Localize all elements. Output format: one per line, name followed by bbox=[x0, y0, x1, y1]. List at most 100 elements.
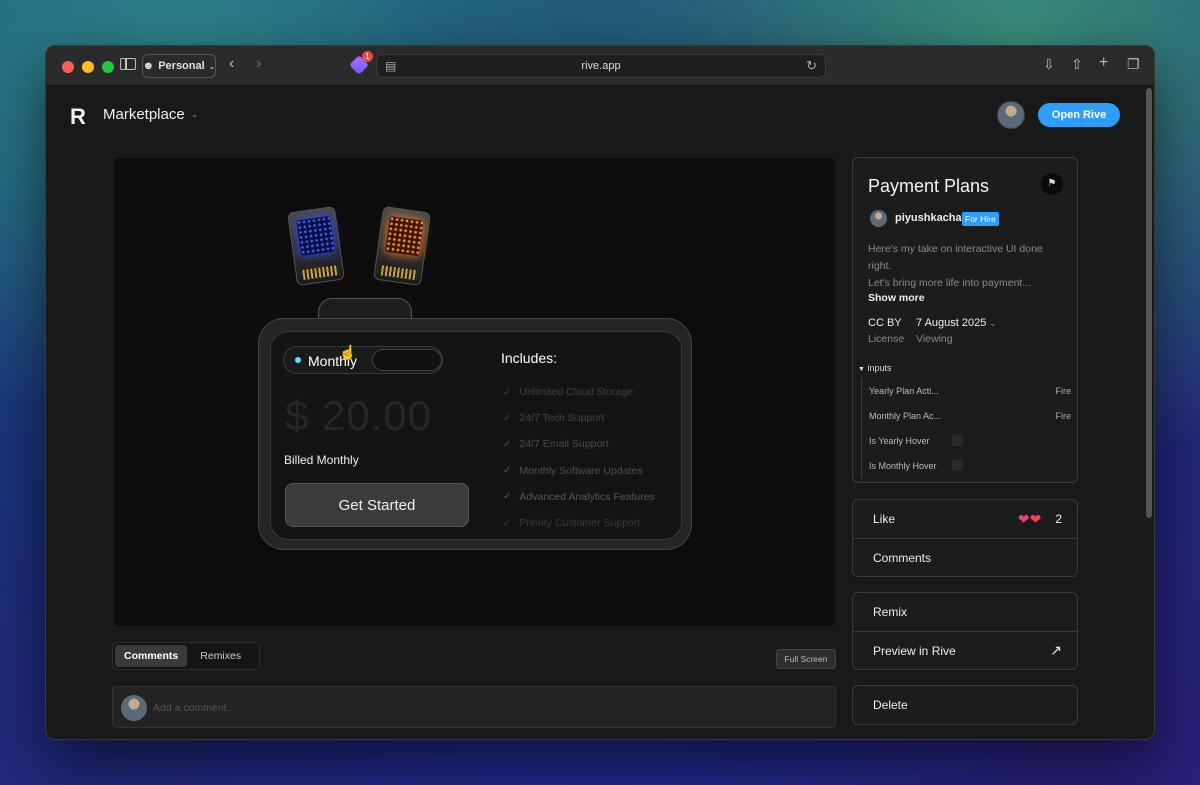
for-hire-badge: For Hire bbox=[962, 212, 999, 226]
toggle-knob[interactable] bbox=[372, 349, 442, 371]
billing-period: Billed Monthly bbox=[284, 453, 359, 467]
preview-in-rive-button[interactable]: Preview in Rive ↗ bbox=[853, 631, 1077, 669]
full-screen-button[interactable]: Full Screen bbox=[776, 649, 836, 669]
remix-panel: Remix Preview in Rive ↗ bbox=[852, 592, 1078, 670]
tab-overview-icon[interactable]: ❐ bbox=[1127, 56, 1140, 73]
feature-list: ✓ Unlimited Cloud Storage ✓ 24/7 Tech Suppo… bbox=[503, 379, 655, 536]
external-link-icon: ↗ bbox=[1050, 642, 1062, 658]
page-menu-icon[interactable]: ▤ bbox=[385, 59, 396, 73]
address-bar[interactable]: ▤ rive.app ↻ bbox=[376, 54, 826, 78]
tab-comments[interactable]: Comments bbox=[115, 645, 188, 667]
reload-icon[interactable]: ↻ bbox=[806, 58, 817, 74]
input-row[interactable]: Is Monthly Hover bbox=[862, 453, 1071, 478]
inputs-toggle[interactable]: ▼ inputs bbox=[858, 363, 891, 373]
share-icon[interactable]: ⇧ bbox=[1071, 56, 1083, 73]
user-avatar[interactable] bbox=[997, 101, 1025, 129]
boolean-checkbox[interactable] bbox=[952, 460, 963, 471]
feature-item: ✓ Priority Customer Support bbox=[503, 510, 655, 536]
flag-icon[interactable]: ⚑ bbox=[1041, 173, 1063, 195]
blue-chip-graphic bbox=[287, 206, 345, 286]
delete-button[interactable]: Delete bbox=[853, 686, 1077, 724]
get-started-button[interactable]: Get Started bbox=[285, 483, 469, 527]
input-row[interactable]: Monthly Plan Ac... Fire bbox=[862, 403, 1071, 428]
download-icon[interactable]: ⇩ bbox=[1043, 56, 1055, 73]
url-text: rive.app bbox=[581, 60, 621, 72]
orange-chip-graphic bbox=[373, 206, 431, 286]
checkmark-icon: ✓ bbox=[503, 438, 512, 450]
inputs-list: Yearly Plan Acti... Fire Monthly Plan Ac.… bbox=[861, 378, 1071, 478]
card-connector bbox=[318, 298, 412, 320]
new-tab-icon[interactable]: + bbox=[1099, 54, 1108, 72]
person-icon: ☻ bbox=[142, 60, 155, 72]
feature-item: ✓ 24/7 Email Support bbox=[503, 431, 655, 457]
remix-button[interactable]: Remix bbox=[853, 593, 1077, 631]
input-row[interactable]: Is Yearly Hover bbox=[862, 428, 1071, 453]
open-rive-button[interactable]: Open Rive bbox=[1038, 103, 1120, 127]
checkmark-icon: ✓ bbox=[503, 386, 512, 398]
feature-item: ✓ Monthly Software Updates bbox=[503, 458, 655, 484]
page-scrollbar[interactable] bbox=[1146, 88, 1152, 518]
includes-title: Includes: bbox=[501, 350, 558, 366]
comment-composer bbox=[112, 686, 836, 728]
feature-label: 24/7 Email Support bbox=[519, 438, 609, 451]
checkmark-icon: ✓ bbox=[503, 412, 512, 424]
license-value: CC BY bbox=[868, 317, 902, 329]
date-label: Viewing bbox=[916, 333, 953, 345]
description: Here's my take on interactive UI done ri… bbox=[868, 243, 1043, 289]
chevron-down-icon: ⌄ bbox=[208, 61, 216, 71]
back-arrow-icon[interactable]: ‹ bbox=[229, 55, 234, 73]
file-title: Payment Plans bbox=[868, 176, 990, 196]
billing-toggle[interactable]: Monthly bbox=[283, 346, 443, 374]
checkmark-icon: ✓ bbox=[503, 491, 512, 503]
author-name[interactable]: piyushkacha bbox=[895, 212, 962, 224]
feature-item: ✓ Advanced Analytics Features bbox=[503, 484, 655, 510]
feature-label: Priority Customer Support bbox=[519, 517, 641, 530]
license-label: License bbox=[868, 333, 905, 345]
feature-label: 24/7 Tech Support bbox=[519, 412, 605, 425]
profile-label: Personal bbox=[158, 60, 205, 72]
rive-logo[interactable]: R bbox=[70, 104, 86, 130]
brand-label: Marketplace bbox=[103, 106, 185, 123]
tab-remixes[interactable]: Remixes bbox=[191, 645, 250, 667]
date-value[interactable]: 7 August 2025 ⌄ bbox=[916, 317, 996, 329]
price-display: $ 20.00 bbox=[285, 392, 433, 439]
checkmark-icon: ✓ bbox=[503, 517, 512, 529]
sidebar-toggle-icon[interactable] bbox=[120, 58, 136, 70]
feature-label: Monthly Software Updates bbox=[519, 464, 643, 477]
show-more-link[interactable]: Show more bbox=[868, 292, 925, 304]
like-button[interactable]: Like ❤ ❤ 2 bbox=[853, 500, 1077, 538]
feature-item: ✓ Unlimited Cloud Storage bbox=[503, 379, 655, 405]
hand-cursor-icon: ☝ bbox=[339, 344, 357, 360]
browser-window: ☻ Personal ⌄ ‹ › 1 ▤ rive.app ↻ ⇩ ⇧ + ❐ … bbox=[45, 45, 1155, 740]
comments-button[interactable]: Comments bbox=[853, 538, 1077, 576]
checkmark-icon: ✓ bbox=[503, 465, 512, 477]
info-panel: Payment Plans ⚑ piyushkacha For Hire Her… bbox=[852, 157, 1078, 483]
minimize-window-button[interactable] bbox=[82, 61, 94, 73]
marketplace-menu[interactable]: Marketplace ⌄ bbox=[103, 106, 198, 123]
chevron-down-icon: ⌄ bbox=[190, 109, 199, 119]
fire-trigger[interactable]: Fire bbox=[1056, 386, 1072, 396]
close-window-button[interactable] bbox=[62, 61, 74, 73]
author-avatar[interactable] bbox=[870, 210, 887, 227]
profile-switcher[interactable]: ☻ Personal ⌄ bbox=[142, 54, 216, 78]
extension-badge: 1 bbox=[362, 51, 373, 62]
active-dot-icon bbox=[295, 357, 301, 363]
delete-panel: Delete bbox=[852, 685, 1078, 725]
forward-arrow-icon[interactable]: › bbox=[256, 55, 261, 73]
zoom-window-button[interactable] bbox=[102, 61, 114, 73]
page-content: R Marketplace ⌄ Open Rive Monthly ☝ $ 20… bbox=[46, 86, 1154, 739]
window-controls bbox=[62, 61, 114, 73]
input-row[interactable]: Yearly Plan Acti... Fire bbox=[862, 378, 1071, 403]
feature-label: Advanced Analytics Features bbox=[519, 490, 655, 503]
comment-input[interactable] bbox=[153, 699, 653, 717]
bottom-tabs: Comments Remixes bbox=[112, 642, 260, 670]
heart-icon: ❤ ❤ bbox=[1017, 510, 1042, 527]
feature-label: Unlimited Cloud Storage bbox=[519, 386, 634, 399]
social-panel: Like ❤ ❤ 2 Comments bbox=[852, 499, 1078, 577]
boolean-checkbox[interactable] bbox=[952, 435, 963, 446]
like-count: 2 bbox=[1055, 512, 1062, 526]
fire-trigger[interactable]: Fire bbox=[1056, 411, 1072, 421]
browser-toolbar: ☻ Personal ⌄ ‹ › 1 ▤ rive.app ↻ ⇩ ⇧ + ❐ bbox=[46, 46, 1154, 86]
caret-down-icon: ▼ bbox=[858, 366, 865, 373]
avatar bbox=[121, 695, 147, 721]
